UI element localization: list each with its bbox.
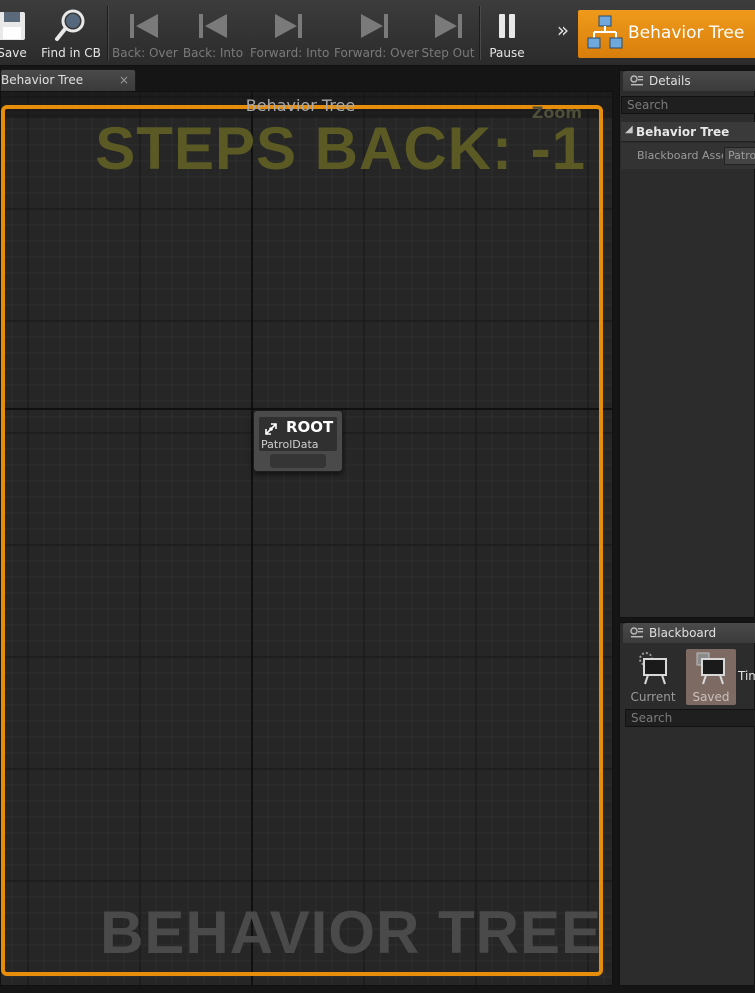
back-over-button[interactable]: Back: Over <box>112 4 178 62</box>
pause-button[interactable]: Pause <box>484 4 530 62</box>
blackboard-tab-label: Blackboard <box>649 626 717 640</box>
time-label: Time <box>738 669 755 683</box>
details-panel: Details Search ◢ Behavior Tree Blackboar… <box>619 70 755 618</box>
details-icon <box>630 75 643 86</box>
saved-values-button[interactable]: Saved <box>686 649 736 705</box>
chalkboard-saved-icon <box>696 652 725 685</box>
document-tab-label: Behavior Tree <box>1 73 84 87</box>
magnifier-icon <box>55 9 85 41</box>
back-over-label: Back: Over <box>112 46 178 60</box>
step-forward-over-icon <box>361 14 388 38</box>
collapse-triangle-icon[interactable]: ◢ <box>625 124 633 135</box>
floppy-disk-icon <box>0 12 25 40</box>
root-node-blackboard: PatrolData <box>261 438 319 451</box>
blackboard-asset-picker[interactable]: PatrolData <box>724 147 755 165</box>
forward-over-button[interactable]: Forward: Over <box>334 4 419 62</box>
current-values-button[interactable]: Current <box>628 649 678 705</box>
pause-icon <box>499 14 515 38</box>
close-icon[interactable]: × <box>119 73 129 87</box>
step-out-button[interactable]: Step Out <box>420 4 476 62</box>
pause-label: Pause <box>489 46 525 60</box>
root-node[interactable]: ROOT PatrolData <box>253 410 343 472</box>
steps-back-indicator: STEPS BACK: -1 <box>95 115 586 182</box>
back-into-button[interactable]: Back: Into <box>182 4 244 62</box>
back-into-label: Back: Into <box>182 46 244 60</box>
blackboard-icon <box>630 627 643 638</box>
step-back-into-icon <box>199 14 227 38</box>
root-node-icon <box>265 423 277 435</box>
graph-title: Behavior Tree <box>245 96 356 115</box>
blackboard-search-input[interactable]: Search <box>625 709 755 727</box>
toolbar: Save Find in CB Back: Over Back: Into Fo… <box>0 0 755 66</box>
graph-watermark: BEHAVIOR TREE <box>100 899 602 966</box>
blackboard-panel: Blackboard Current Saved Time Search <box>619 622 755 986</box>
category-label: Behavior Tree <box>636 125 730 139</box>
behavior-tree-icon <box>587 15 623 49</box>
root-node-header: ROOT PatrolData <box>259 417 337 451</box>
details-tab[interactable]: Details <box>623 71 755 91</box>
save-button[interactable]: Save <box>0 4 32 62</box>
save-label: Save <box>0 46 27 60</box>
toolbar-overflow-button[interactable]: » <box>552 18 574 46</box>
saved-label: Saved <box>692 690 730 704</box>
find-in-cb-button[interactable]: Find in CB <box>40 4 102 62</box>
step-out-label: Step Out <box>421 46 475 60</box>
document-tab[interactable]: Behavior Tree × <box>0 69 136 91</box>
details-tab-label: Details <box>649 74 691 88</box>
blackboard-asset-row: Blackboard Asset PatrolData <box>621 143 755 169</box>
forward-over-label: Forward: Over <box>334 46 419 60</box>
step-back-over-icon <box>130 14 158 38</box>
graph-editor[interactable]: Behavior Tree Zoom STEPS BACK: -1 BEHAVI… <box>0 91 613 986</box>
forward-into-button[interactable]: Forward: Into <box>250 4 330 62</box>
step-forward-into-icon <box>275 14 302 38</box>
find-in-cb-label: Find in CB <box>41 46 101 60</box>
chalkboard-current-icon <box>639 652 667 685</box>
step-out-icon <box>435 14 462 38</box>
forward-into-label: Forward: Into <box>250 46 330 60</box>
mode-tab-label: Behavior Tree <box>628 23 745 43</box>
behavior-tree-mode-tab[interactable]: Behavior Tree <box>578 10 755 58</box>
property-name: Blackboard Asset <box>637 149 723 162</box>
toolbar-separator <box>479 6 481 60</box>
details-category-behavior-tree[interactable]: ◢ Behavior Tree <box>621 122 755 142</box>
toolbar-separator <box>107 6 109 60</box>
root-node-title: ROOT <box>286 418 334 436</box>
blackboard-tab[interactable]: Blackboard <box>623 623 755 643</box>
root-node-output-pin[interactable] <box>270 454 326 468</box>
current-label: Current <box>630 690 676 704</box>
details-search-input[interactable]: Search <box>621 96 755 114</box>
graph-grid <box>1 92 612 985</box>
